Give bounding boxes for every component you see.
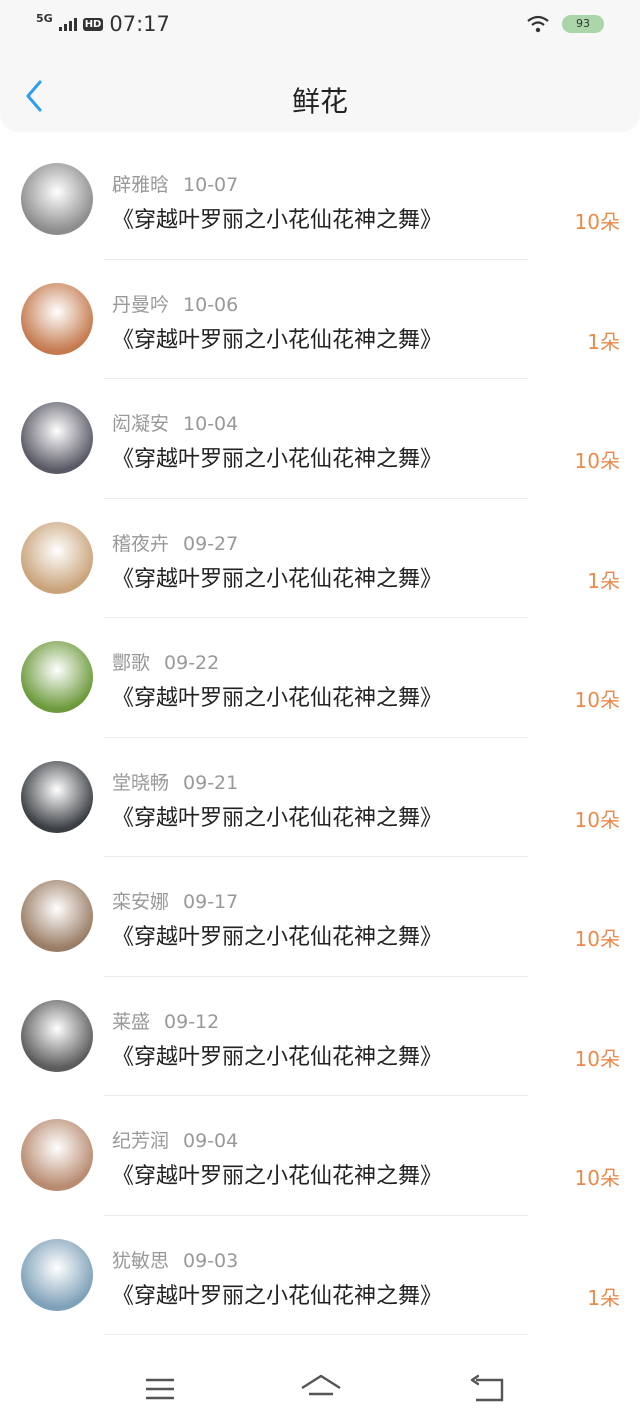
item-title: 《穿越叶罗丽之小花仙花神之舞》: [112, 1044, 443, 1070]
status-time: 07:17: [109, 12, 170, 36]
home-icon: [301, 1374, 341, 1396]
avatar[interactable]: [21, 1238, 93, 1311]
list-item[interactable]: 辟雅晗 10-07 《穿越叶罗丽之小花仙花神之舞》 10朵: [0, 140, 640, 260]
list-item[interactable]: 纪芳润 09-04 《穿越叶罗丽之小花仙花神之舞》 10朵: [0, 1096, 640, 1216]
menu-button[interactable]: [140, 1372, 180, 1406]
item-meta: 丹曼吟 10-06: [112, 290, 238, 317]
user-name: 丹曼吟: [112, 293, 170, 316]
nav-back-button[interactable]: [468, 1372, 508, 1406]
signal-icon: [58, 17, 77, 31]
status-left: 5G HD 07:17: [36, 11, 170, 37]
battery-icon: 93: [562, 15, 604, 33]
flower-count: 1朵: [587, 568, 620, 593]
avatar[interactable]: [21, 282, 93, 355]
divider: [104, 1334, 528, 1335]
item-date: 09-21: [183, 771, 239, 794]
list-item[interactable]: 丹曼吟 10-06 《穿越叶罗丽之小花仙花神之舞》 1朵: [0, 260, 640, 379]
list-item[interactable]: 堂晓畅 09-21 《穿越叶罗丽之小花仙花神之舞》 10朵: [0, 738, 640, 857]
item-title: 《穿越叶罗丽之小花仙花神之舞》: [112, 1164, 443, 1189]
user-name: 堂晓畅: [112, 771, 170, 794]
item-date: 09-04: [183, 1130, 239, 1152]
status-bar: 5G HD 07:17 93: [0, 0, 640, 52]
item-meta: 纪芳润 09-04: [112, 1126, 238, 1153]
item-date: 09-17: [183, 891, 239, 913]
system-nav-bar: [0, 1360, 640, 1427]
avatar[interactable]: [21, 1119, 93, 1191]
item-date: 10-04: [183, 413, 239, 435]
hd-badge: HD: [82, 17, 104, 31]
avatar[interactable]: [21, 880, 93, 952]
list-item[interactable]: 酆歌 09-22 《穿越叶罗丽之小花仙花神之舞》 10朵: [0, 618, 640, 738]
flower-list: 辟雅晗 10-07 《穿越叶罗丽之小花仙花神之舞》 10朵 丹曼吟 10-06 《穿…: [0, 140, 640, 1335]
item-date: 10-07: [183, 174, 239, 196]
item-title: 《穿越叶罗丽之小花仙花神之舞》: [112, 447, 443, 472]
item-date: 09-12: [164, 1010, 220, 1033]
avatar[interactable]: [21, 402, 93, 474]
item-meta: 闳凝安 10-04: [112, 409, 238, 436]
item-title: 《穿越叶罗丽之小花仙花神之舞》: [112, 686, 443, 711]
wifi-icon: [527, 15, 549, 33]
user-name: 纪芳润: [112, 1130, 170, 1152]
network-type: 5G: [36, 11, 53, 25]
list-item[interactable]: 犹敏思 09-03 《穿越叶罗丽之小花仙花神之舞》 1朵: [0, 1216, 640, 1335]
user-name: 酆歌: [112, 652, 151, 674]
header: 鲜花: [0, 52, 640, 132]
avatar[interactable]: [21, 999, 93, 1072]
item-meta: 犹敏思 09-03: [112, 1246, 238, 1273]
item-meta: 栾安娜 09-17: [112, 887, 238, 914]
user-name: 闳凝安: [112, 413, 170, 435]
flower-count: 1朵: [587, 1285, 620, 1310]
user-name: 犹敏思: [112, 1249, 170, 1272]
item-meta: 酆歌 09-22: [112, 648, 219, 675]
back-icon: [470, 1374, 504, 1402]
item-title: 《穿越叶罗丽之小花仙花神之舞》: [112, 327, 443, 353]
flower-count: 10朵: [574, 807, 620, 832]
status-right: 93: [526, 15, 604, 33]
user-name: 莱盛: [112, 1010, 151, 1033]
item-meta: 堂晓畅 09-21: [112, 768, 238, 795]
list-item[interactable]: 稽夜卉 09-27 《穿越叶罗丽之小花仙花神之舞》 1朵: [0, 499, 640, 618]
flower-count: 10朵: [574, 449, 620, 473]
item-meta: 辟雅晗 10-07: [112, 170, 238, 197]
item-date: 09-03: [183, 1249, 239, 1272]
list-item[interactable]: 闳凝安 10-04 《穿越叶罗丽之小花仙花神之舞》 10朵: [0, 379, 640, 499]
item-title: 《穿越叶罗丽之小花仙花神之舞》: [112, 1283, 443, 1309]
menu-icon: [146, 1378, 174, 1400]
flower-count: 1朵: [587, 329, 620, 354]
user-name: 稽夜卉: [112, 532, 170, 555]
flower-count: 10朵: [574, 1166, 620, 1190]
user-name: 辟雅晗: [112, 174, 170, 196]
flower-count: 10朵: [574, 1046, 620, 1071]
flower-count: 10朵: [574, 210, 620, 234]
item-date: 09-22: [164, 652, 220, 674]
item-title: 《穿越叶罗丽之小花仙花神之舞》: [112, 208, 443, 233]
avatar[interactable]: [21, 163, 93, 235]
flower-count: 10朵: [574, 927, 620, 951]
item-title: 《穿越叶罗丽之小花仙花神之舞》: [112, 566, 443, 592]
item-title: 《穿越叶罗丽之小花仙花神之舞》: [112, 805, 443, 831]
item-meta: 稽夜卉 09-27: [112, 529, 238, 556]
flower-count: 10朵: [574, 688, 620, 712]
item-title: 《穿越叶罗丽之小花仙花神之舞》: [112, 925, 443, 950]
item-meta: 莱盛 09-12: [112, 1007, 219, 1034]
home-button[interactable]: [299, 1372, 343, 1406]
item-date: 09-27: [183, 532, 239, 555]
page-title: 鲜花: [291, 85, 348, 118]
item-date: 10-06: [183, 293, 239, 316]
avatar[interactable]: [21, 760, 93, 833]
user-name: 栾安娜: [112, 891, 170, 913]
list-item[interactable]: 莱盛 09-12 《穿越叶罗丽之小花仙花神之舞》 10朵: [0, 977, 640, 1096]
list-item[interactable]: 栾安娜 09-17 《穿越叶罗丽之小花仙花神之舞》 10朵: [0, 857, 640, 977]
avatar[interactable]: [21, 641, 93, 713]
avatar[interactable]: [21, 521, 93, 594]
